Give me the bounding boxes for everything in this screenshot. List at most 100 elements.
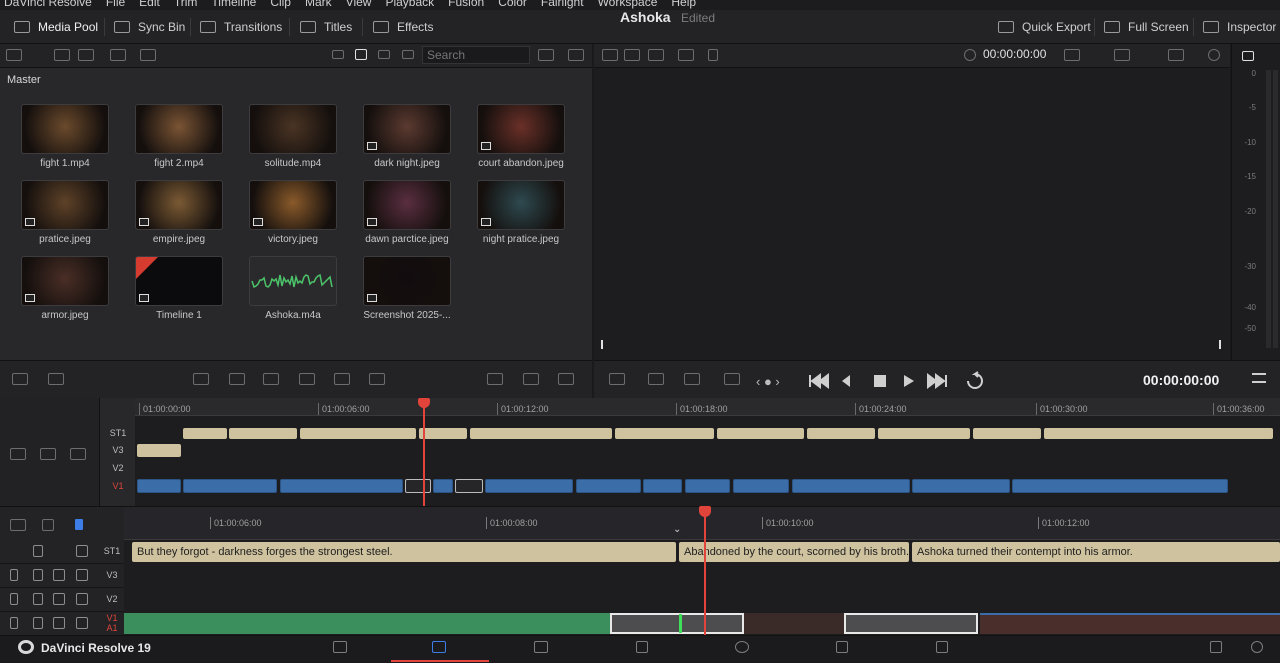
edit-point[interactable] [679, 614, 682, 633]
snap-icon[interactable] [10, 519, 26, 531]
video-clip[interactable] [137, 479, 181, 493]
track-tool-2-icon[interactable] [40, 448, 56, 460]
video-clip[interactable] [433, 479, 453, 493]
media-clip[interactable]: victory.jpeg [249, 180, 337, 252]
subtitle-clip[interactable] [807, 428, 875, 439]
list-view-icon[interactable] [402, 50, 414, 59]
menu-item[interactable]: Help [671, 0, 696, 9]
v3-clip[interactable] [137, 444, 181, 457]
media-clip[interactable]: Screenshot 2025-... [363, 256, 451, 328]
move-track-icon[interactable] [10, 617, 18, 629]
video-clip[interactable] [280, 479, 403, 493]
media-clip[interactable]: dawn parctice.jpeg [363, 180, 451, 252]
subtitle-clip[interactable] [300, 428, 416, 439]
video-clip[interactable] [912, 479, 1010, 493]
pin-icon[interactable] [708, 49, 718, 61]
subtitle-clip[interactable] [229, 428, 297, 439]
media-pool-button[interactable]: Media Pool [14, 10, 98, 44]
track-visibility-icon[interactable] [76, 617, 88, 629]
video-clip[interactable] [980, 613, 1280, 634]
chevron-down-icon[interactable]: ⌄ [673, 524, 681, 535]
video-clip-selected[interactable] [405, 479, 431, 493]
fairlight-page-icon[interactable] [836, 641, 848, 653]
video-clip[interactable] [576, 479, 641, 493]
media-clip[interactable]: dark night.jpeg [363, 104, 451, 176]
fusion-page-icon[interactable] [636, 641, 648, 653]
lock-icon[interactable] [33, 593, 43, 605]
transport-buttons[interactable]: ‹ ● › [754, 371, 1154, 391]
video-clip[interactable] [1012, 479, 1228, 493]
menu-item[interactable]: DaVinci Resolve [4, 0, 92, 9]
import-icon[interactable] [78, 49, 94, 61]
smart-insert-icon[interactable] [193, 373, 209, 385]
subtitle-clip[interactable]: Ashoka turned their contempt into his ar… [912, 542, 1280, 562]
media-search-input[interactable] [422, 46, 530, 64]
poi-left-icon[interactable] [648, 373, 664, 385]
video-clip-selected[interactable] [610, 613, 744, 634]
media-clip[interactable]: fight 1.mp4 [21, 104, 109, 176]
quick-export-button[interactable]: Quick Export [998, 10, 1091, 44]
poi-right-icon[interactable] [684, 373, 700, 385]
clip-settings-icon[interactable] [609, 373, 625, 385]
video-clip[interactable] [792, 479, 910, 493]
deliver-page-icon[interactable] [936, 641, 948, 653]
speaker-icon[interactable] [1242, 51, 1254, 61]
menu-item[interactable]: Color [498, 0, 527, 9]
subtitle-clip[interactable] [183, 428, 227, 439]
media-page-icon[interactable] [333, 641, 347, 653]
image-view-icon[interactable] [602, 49, 618, 61]
viewer-image-icon[interactable] [523, 373, 539, 385]
transitions-button[interactable]: Transitions [200, 10, 282, 44]
audio-video-clip[interactable] [124, 613, 610, 634]
source-view-icon[interactable] [624, 49, 640, 61]
effects-button[interactable]: Effects [373, 10, 433, 44]
subtitle-clip[interactable] [419, 428, 467, 439]
inspector-button[interactable]: Inspector [1203, 10, 1276, 44]
source-overwrite-icon[interactable] [369, 373, 385, 385]
menu-item[interactable]: Edit [139, 0, 160, 9]
lower-playhead[interactable] [704, 512, 706, 635]
subtitle-clip[interactable] [615, 428, 714, 439]
sort-icon[interactable] [538, 49, 554, 61]
menu-item[interactable]: Timeline [211, 0, 256, 9]
upper-timeline-ruler[interactable]: 01:00:00:00 01:00:06:00 01:00:12:00 01:0… [135, 398, 1280, 416]
close-up-icon[interactable] [299, 373, 315, 385]
metadata-view-icon[interactable] [332, 50, 344, 59]
track-tool-3-icon[interactable] [70, 448, 86, 460]
subtitle-clip[interactable] [878, 428, 970, 439]
track-tool-1-icon[interactable] [10, 448, 26, 460]
lock-icon[interactable] [33, 545, 43, 557]
lower-timeline-tracks[interactable]: But they forgot - darkness forges the st… [124, 540, 1280, 635]
zoom-icon[interactable] [1168, 49, 1184, 61]
media-clip[interactable]: fight 2.mp4 [135, 104, 223, 176]
subtitle-clip[interactable] [717, 428, 804, 439]
menu-item[interactable]: Playback [385, 0, 434, 9]
menu-item[interactable]: Fusion [448, 0, 484, 9]
aspect-icon[interactable] [1064, 49, 1080, 61]
lock-icon[interactable] [33, 617, 43, 629]
settings-icon[interactable] [1251, 641, 1263, 653]
full-screen-button[interactable]: Full Screen [1104, 10, 1189, 44]
video-clip[interactable] [733, 479, 789, 493]
track-visibility-icon[interactable] [76, 569, 88, 581]
media-clip[interactable]: empire.jpeg [135, 180, 223, 252]
media-clip[interactable]: armor.jpeg [21, 256, 109, 328]
in-point-icon[interactable] [601, 340, 610, 349]
ripple-overwrite-icon[interactable] [263, 373, 279, 385]
home-icon[interactable] [1210, 641, 1222, 653]
subtitle-clip[interactable]: But they forgot - darkness forges the st… [132, 542, 676, 562]
video-clip[interactable] [744, 613, 844, 634]
dual-view-icon[interactable] [648, 49, 664, 61]
media-clip[interactable]: night pratice.jpeg [477, 180, 565, 252]
append-icon[interactable] [229, 373, 245, 385]
media-clip[interactable]: Ashoka.m4a [249, 256, 337, 328]
refresh-icon[interactable] [568, 49, 584, 61]
media-clip[interactable]: court abandon.jpeg [477, 104, 565, 176]
video-clip[interactable] [183, 479, 277, 493]
titles-button[interactable]: Titles [300, 10, 352, 44]
move-track-icon[interactable] [10, 569, 18, 581]
quality-icon[interactable] [1114, 49, 1130, 61]
play-poi-icon[interactable] [724, 373, 740, 385]
viewer-canvas[interactable] [594, 68, 1230, 360]
media-clip[interactable]: Timeline 1 [135, 256, 223, 328]
